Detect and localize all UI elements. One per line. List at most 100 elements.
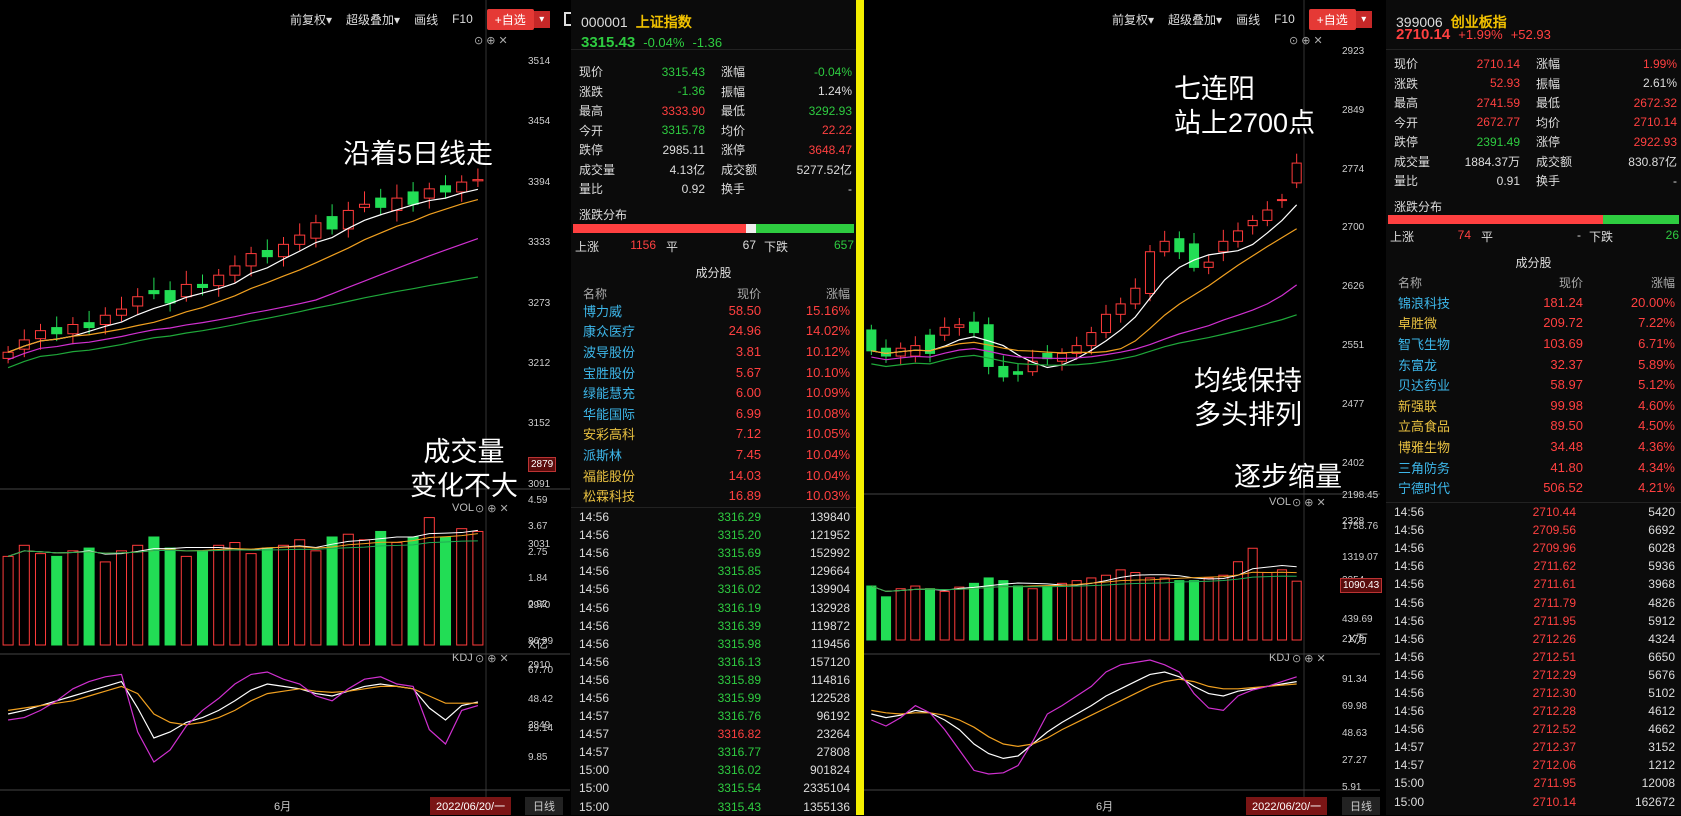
cons-col-price[interactable]: 现价: [1497, 274, 1589, 291]
candle-body: [229, 265, 241, 276]
cons-col-change[interactable]: 涨幅: [1589, 274, 1681, 291]
tick-price: 2711.95: [1533, 613, 1577, 628]
kline-chart-svg[interactable]: [0, 0, 570, 815]
tick-row: 14:56 2712.29 5676: [1386, 666, 1681, 684]
candle-body: [358, 203, 371, 208]
vol-panel-controls[interactable]: ⊙ ⊕ ✕: [1292, 496, 1326, 509]
tick-time: 14:56: [1394, 613, 1425, 628]
constituent-row[interactable]: 博雅生物 34.48 4.36%: [1386, 436, 1681, 457]
axis-tick-label: 439.69: [1342, 614, 1373, 625]
add-watchlist-button[interactable]: +自选: [486, 8, 534, 30]
kline-panel-controls[interactable]: ⊙ ⊕ ✕: [474, 34, 508, 47]
candle-body: [196, 283, 209, 289]
stat-label: 涨停: [1536, 135, 1561, 150]
kdj-panel-controls[interactable]: ⊙ ⊕ ✕: [475, 652, 509, 665]
fq-dropdown[interactable]: 前复权▾: [290, 11, 332, 28]
constituent-row[interactable]: 东富龙 32.37 5.89%: [1386, 354, 1681, 375]
tick-price: 2712.30: [1532, 685, 1576, 700]
f10-button[interactable]: F10: [452, 12, 473, 26]
constituent-row[interactable]: 安彩高科 7.12 10.05%: [571, 424, 856, 445]
candle-body: [67, 323, 79, 335]
kline-chart-area[interactable]: 前复权▾ 超级叠加▾ 画线 F10 +自选 ▾ ⊙ ⊕ ✕ 2923 2849 27…: [864, 0, 1400, 815]
constituent-price: 103.69: [1543, 335, 1583, 351]
index-price: 2710.14: [1396, 26, 1451, 43]
ma-line-5: [871, 204, 1298, 369]
stat-value: 22.22: [821, 123, 852, 138]
tick-price: 3316.19: [717, 600, 761, 615]
constituent-name: 康众医疗: [583, 324, 636, 340]
index-pct: +1.99%: [1458, 27, 1503, 42]
volume-bar: [880, 596, 892, 641]
constituent-row[interactable]: 博力威 58.50 15.16%: [571, 300, 856, 321]
tick-row: 14:57 2712.06 1212: [1386, 756, 1681, 774]
constituent-name: 福能股份: [583, 468, 636, 484]
constituent-row[interactable]: 派斯林 7.45 10.04%: [571, 444, 856, 465]
tick-time: 14:56: [579, 654, 610, 669]
f10-button[interactable]: F10: [1274, 12, 1295, 26]
constituent-row[interactable]: 锦浪科技 181.24 20.00%: [1386, 292, 1681, 313]
volume-bar: [342, 533, 354, 646]
constituent-row[interactable]: 宁德时代 506.52 4.21%: [1386, 477, 1681, 498]
ma-line-20: [7, 238, 479, 361]
stat-value: 1884.37万: [1464, 154, 1520, 169]
constituents-list: 锦浪科技 181.24 20.00% 卓胜微 209.72 7.22% 智飞生物 103.69…: [1386, 292, 1681, 498]
constituent-row[interactable]: 波导股份 3.81 10.12%: [571, 341, 856, 362]
kline-panel-controls[interactable]: ⊙ ⊕ ✕: [1289, 34, 1323, 47]
constituent-row[interactable]: 康众医疗 24.96 14.02%: [571, 321, 856, 342]
constituent-row[interactable]: 卓胜微 209.72 7.22%: [1386, 313, 1681, 334]
volume-bar: [1012, 585, 1024, 641]
tick-row: 14:56 2711.79 4826: [1386, 593, 1681, 611]
kline-chart-area[interactable]: 前复权▾ 超级叠加▾ 画线 F10 +自选 ▾ ⊙ ⊕ ✕ 3514 3454 33…: [0, 0, 578, 815]
constituent-row[interactable]: 三角防务 41.80 4.34%: [1386, 457, 1681, 478]
stat-label: 成交量: [579, 162, 616, 177]
stat-label: 最高: [579, 104, 604, 119]
constituent-row[interactable]: 华能国际 6.99 10.08%: [571, 403, 856, 424]
period-button[interactable]: 日线: [525, 797, 563, 815]
stat-value: 2672.32: [1633, 95, 1677, 110]
constituent-price: 7.12: [735, 426, 762, 442]
constituent-row[interactable]: 福能股份 14.03 10.04%: [571, 465, 856, 486]
volume-bar: [164, 547, 176, 646]
tick-price: 3315.69: [717, 546, 761, 561]
index-name: 上证指数: [635, 14, 692, 30]
volume-bar: [924, 588, 936, 641]
candle-body: [407, 191, 419, 205]
constituent-row[interactable]: 立高食品 89.50 4.50%: [1386, 416, 1681, 437]
constituent-name: 宝胜股份: [583, 365, 636, 381]
constituent-row[interactable]: 新强联 99.98 4.60%: [1386, 395, 1681, 416]
quote-stat-row: 跌停 2391.49 涨停 2922.93: [1386, 132, 1681, 152]
period-button[interactable]: 日线: [1342, 797, 1380, 815]
tick-volume: 5912: [1648, 613, 1675, 628]
tick-time: 15:00: [1394, 794, 1425, 809]
constituent-row[interactable]: 贝达药业 58.97 5.12%: [1386, 374, 1681, 395]
constituent-change: 10.09%: [805, 385, 850, 401]
vol-panel-controls[interactable]: ⊙ ⊕ ✕: [475, 502, 509, 515]
constituent-row[interactable]: 智飞生物 103.69 6.71%: [1386, 333, 1681, 354]
axis-tick-label: 2198.45: [1342, 490, 1379, 501]
tick-row: 15:00 3315.43 1355136: [571, 798, 856, 816]
add-watchlist-dropdown[interactable]: ▾: [533, 10, 550, 28]
quote-stat-row: 涨跌 52.93 振幅 2.61%: [1386, 74, 1681, 94]
kdj-panel-controls[interactable]: ⊙ ⊕ ✕: [1292, 652, 1326, 665]
quote-stat-row: 最高 3333.90 最低 3292.93: [571, 101, 856, 121]
volume-bar: [18, 544, 30, 646]
draw-line-button[interactable]: 画线: [1236, 11, 1260, 28]
tick-volume: 901824: [809, 763, 850, 778]
overlay-dropdown[interactable]: 超级叠加▾: [1168, 11, 1222, 28]
add-watchlist-dropdown[interactable]: ▾: [1355, 10, 1372, 28]
constituent-change: 10.04%: [805, 467, 850, 483]
add-watchlist-button[interactable]: +自选: [1308, 8, 1356, 30]
tick-price: 3316.77: [717, 745, 761, 760]
constituent-row[interactable]: 绿能慧充 6.00 10.09%: [571, 382, 856, 403]
fq-dropdown[interactable]: 前复权▾: [1112, 11, 1154, 28]
volume-bar: [99, 561, 111, 646]
constituent-row[interactable]: 宝胜股份 5.67 10.10%: [571, 362, 856, 383]
overlay-dropdown[interactable]: 超级叠加▾: [346, 11, 400, 28]
tick-price: 2712.26: [1532, 631, 1576, 646]
volume-bar: [196, 550, 209, 646]
constituent-row[interactable]: 松霖科技 16.89 10.03%: [571, 485, 856, 506]
draw-line-button[interactable]: 画线: [414, 11, 438, 28]
cons-col-name[interactable]: 名称: [1386, 274, 1497, 291]
tick-price: 2712.29: [1532, 667, 1576, 682]
tick-volume: 96192: [816, 709, 850, 724]
